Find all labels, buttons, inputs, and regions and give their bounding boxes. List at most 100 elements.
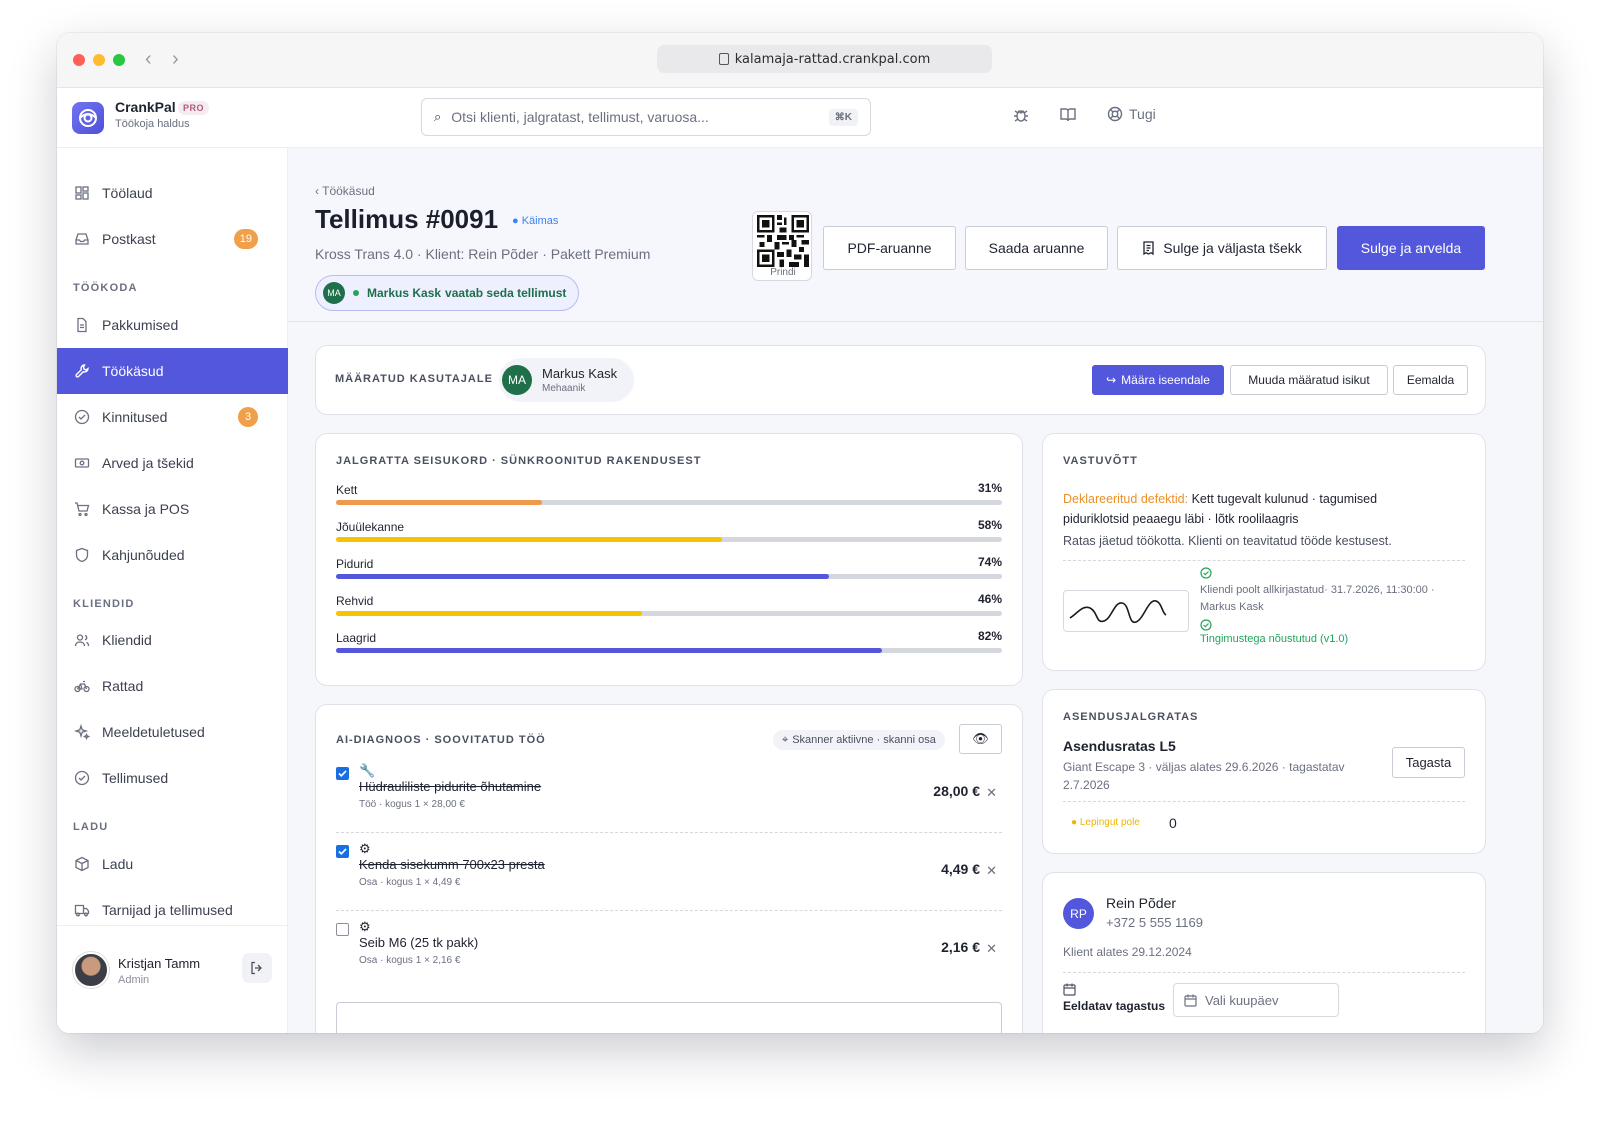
- condition-fill: [336, 611, 643, 616]
- assignee-chip: MA Markus Kask Mehaanik: [499, 358, 634, 402]
- sidebar-item-label: Kinnitused: [102, 409, 168, 425]
- remove-item-icon[interactable]: ✕: [986, 941, 997, 957]
- sidebar-item-label: Pakkumised: [102, 317, 179, 333]
- diagnosis-item-price: 28,00 €: [933, 783, 980, 799]
- sidebar-item-label: Rattad: [102, 678, 144, 694]
- sidebar-item-warehouse[interactable]: Ladu: [57, 841, 288, 887]
- gear-icon: ⚙: [359, 841, 371, 856]
- diagnosis-item-price: 4,49 €: [941, 861, 980, 877]
- sidebar-item-reminders[interactable]: Meeldetuletused: [57, 709, 288, 755]
- return-loaner-button[interactable]: Tagasta: [1392, 747, 1465, 778]
- breadcrumb[interactable]: ‹ Töökäsud: [315, 184, 375, 198]
- intake-note: Ratas jäetud töökotta. Klienti on teavit…: [1063, 534, 1392, 548]
- customer-phone[interactable]: +372 5 555 1169: [1106, 915, 1203, 930]
- add-item-input[interactable]: [336, 1002, 1002, 1033]
- wrench-icon: [75, 364, 89, 378]
- sidebar-item-claims[interactable]: Kahjunõuded: [57, 532, 288, 578]
- diagnosis-item-name: Seib M6 (25 tk pakk): [359, 935, 479, 950]
- active-viewer-pill: MA Markus Kask vaatab seda tellimust: [315, 275, 580, 311]
- sidebar-item-inbox[interactable]: Postkast 19: [57, 216, 288, 262]
- user-name: Kristjan Tamm: [118, 956, 201, 971]
- diagnosis-item-meta: Töö · kogus 1 × 28,00 €: [359, 799, 465, 810]
- sidebar-item-quotes[interactable]: Pakkumised: [57, 302, 288, 348]
- assign-to-self-button[interactable]: ↪ Määra iseendale: [1092, 365, 1224, 395]
- wrench-icon: 🔧: [359, 763, 376, 778]
- user-avatar[interactable]: [73, 952, 109, 988]
- diagnosis-item-meta: Osa · kogus 1 × 2,16 €: [359, 955, 461, 966]
- signature-info: Kliendi poolt allkirjastatud· 31.7.2026,…: [1200, 582, 1435, 616]
- condition-name: Laagrid: [336, 631, 377, 645]
- item-divider: [336, 832, 1002, 833]
- close-and-invoice-button[interactable]: Sulge ja arvelda: [1337, 226, 1485, 270]
- condition-row: Pidurid 74%: [336, 555, 1002, 579]
- page-header: ‹ Töökäsud Tellimus #0091 ● Käimas Kross…: [288, 148, 1543, 322]
- condition-fill: [336, 648, 883, 653]
- scan-icon: ⌖: [782, 733, 789, 746]
- condition-fill: [336, 574, 829, 579]
- support-link[interactable]: Tugi: [1107, 106, 1156, 122]
- book-icon[interactable]: [1059, 106, 1077, 129]
- signature-image[interactable]: [1063, 590, 1189, 632]
- customer-since: Klient alates 29.12.2024: [1063, 945, 1192, 959]
- forward-arrow-icon[interactable]: ›: [172, 49, 179, 69]
- diagnosis-item-name: Kenda sisekumm 700x23 presta: [359, 857, 545, 872]
- sidebar-item-pos[interactable]: Kassa ja POS: [57, 486, 288, 532]
- assign-arrow-icon: ↪: [1106, 373, 1117, 387]
- sidebar-item-invoices[interactable]: Arved ja tšekid: [57, 440, 288, 486]
- contract-count: 0: [1169, 815, 1177, 831]
- bug-icon[interactable]: [1012, 106, 1030, 129]
- sidebar-item-orders[interactable]: Tellimused: [57, 755, 288, 801]
- change-assignee-button[interactable]: Muuda määratud isikut: [1230, 365, 1388, 395]
- address-bar[interactable]: kalamaja-rattad.crankpal.com: [657, 45, 992, 73]
- remove-assignee-button[interactable]: Eemalda: [1393, 365, 1468, 395]
- scanner-status-pill[interactable]: ⌖ Skanner aktiivne · skanni osa: [773, 730, 945, 750]
- close-and-issue-receipt-button[interactable]: Sulge ja väljasta tšekk: [1117, 226, 1327, 270]
- main-content: ‹ Töökäsud Tellimus #0091 ● Käimas Kross…: [288, 148, 1543, 1033]
- declared-defects: Deklareeritud defektid: Kett tugevalt ku…: [1063, 489, 1473, 529]
- remove-item-icon[interactable]: ✕: [986, 863, 997, 879]
- assignee-role: Mehaanik: [542, 383, 586, 394]
- sidebar-item-bikes[interactable]: Rattad: [57, 663, 288, 709]
- pdf-report-button[interactable]: PDF-aruanne: [823, 226, 956, 270]
- print-qr-button[interactable]: Prindi: [752, 211, 812, 281]
- cash-icon: [74, 458, 90, 468]
- sidebar-item-clients[interactable]: Kliendid: [57, 617, 288, 663]
- diagnosis-item-checkbox[interactable]: [336, 923, 349, 936]
- search-shortcut: ⌘K: [828, 108, 858, 126]
- sidebar-item-work-orders[interactable]: Töökäsud: [57, 348, 288, 394]
- remove-item-icon[interactable]: ✕: [986, 785, 997, 801]
- search-placeholder: Otsi klienti, jalgratast, tellimust, var…: [451, 109, 709, 125]
- crankpal-logo-icon[interactable]: [72, 102, 104, 134]
- send-report-button[interactable]: Saada aruanne: [965, 226, 1108, 270]
- global-search-input[interactable]: ⌕ Otsi klienti, jalgratast, tellimust, v…: [421, 98, 871, 136]
- terms-accepted: Tingimustega nõustutud (v1.0): [1200, 633, 1349, 645]
- sidebar-item-approvals[interactable]: Kinnitused 3: [57, 394, 288, 440]
- sidebar-item-dashboard[interactable]: Töölaud: [57, 170, 288, 216]
- check-circle-icon: [74, 770, 90, 786]
- diagnosis-item-checkbox[interactable]: [336, 767, 349, 780]
- diagnosis-item: 🔧 Hüdrauliliste pidurite õhutamine Töö ·…: [336, 763, 1002, 817]
- intake-label: VASTUVÕTT: [1063, 455, 1138, 467]
- condition-name: Jõuülekanne: [336, 520, 405, 534]
- receipt-icon: [1143, 241, 1154, 255]
- page-subtitle: Kross Trans 4.0 · Klient: Rein Põder · P…: [315, 246, 651, 262]
- browser-window: ‹ › kalamaja-rattad.crankpal.com CrankPa…: [57, 33, 1543, 1033]
- minimize-window-button[interactable]: [93, 54, 105, 66]
- section-clients: KLIENDID: [73, 598, 135, 610]
- preview-toggle-button[interactable]: 👁: [959, 724, 1002, 754]
- close-window-button[interactable]: [73, 54, 85, 66]
- dashboard-icon: [75, 186, 89, 200]
- online-dot-icon: [353, 290, 359, 296]
- diagnosis-item-checkbox[interactable]: [336, 845, 349, 858]
- users-icon: [74, 634, 90, 647]
- maximize-window-button[interactable]: [113, 54, 125, 66]
- qr-print-label: Prindi: [770, 267, 796, 278]
- logout-icon: [251, 961, 262, 975]
- customer-name[interactable]: Rein Põder: [1106, 895, 1176, 911]
- back-arrow-icon[interactable]: ‹: [145, 49, 152, 69]
- eye-icon: 👁: [972, 731, 989, 746]
- logout-button[interactable]: [242, 953, 272, 983]
- expected-return-date-input[interactable]: Vali kuupäev: [1173, 983, 1339, 1017]
- sidebar-item-label: Meeldetuletused: [102, 724, 205, 740]
- expected-return-label: Eeldatav tagastus: [1063, 999, 1166, 1013]
